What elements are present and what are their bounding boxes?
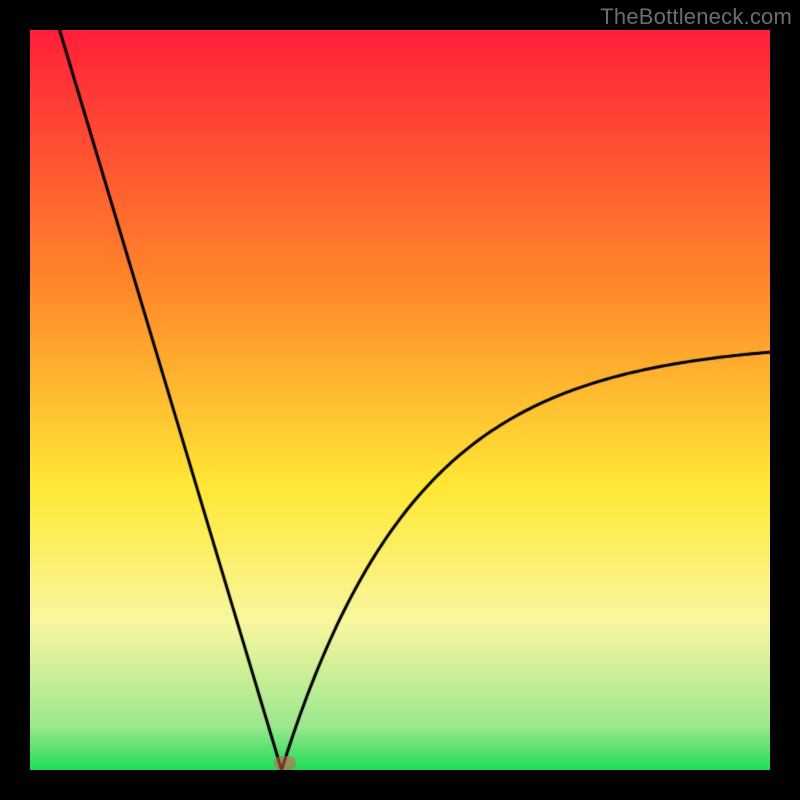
- plot-area: [30, 30, 770, 770]
- chart-frame: TheBottleneck.com: [0, 0, 800, 800]
- bottleneck-curve: [30, 30, 770, 770]
- watermark-text: TheBottleneck.com: [600, 4, 792, 30]
- optimal-point-marker: [274, 756, 296, 770]
